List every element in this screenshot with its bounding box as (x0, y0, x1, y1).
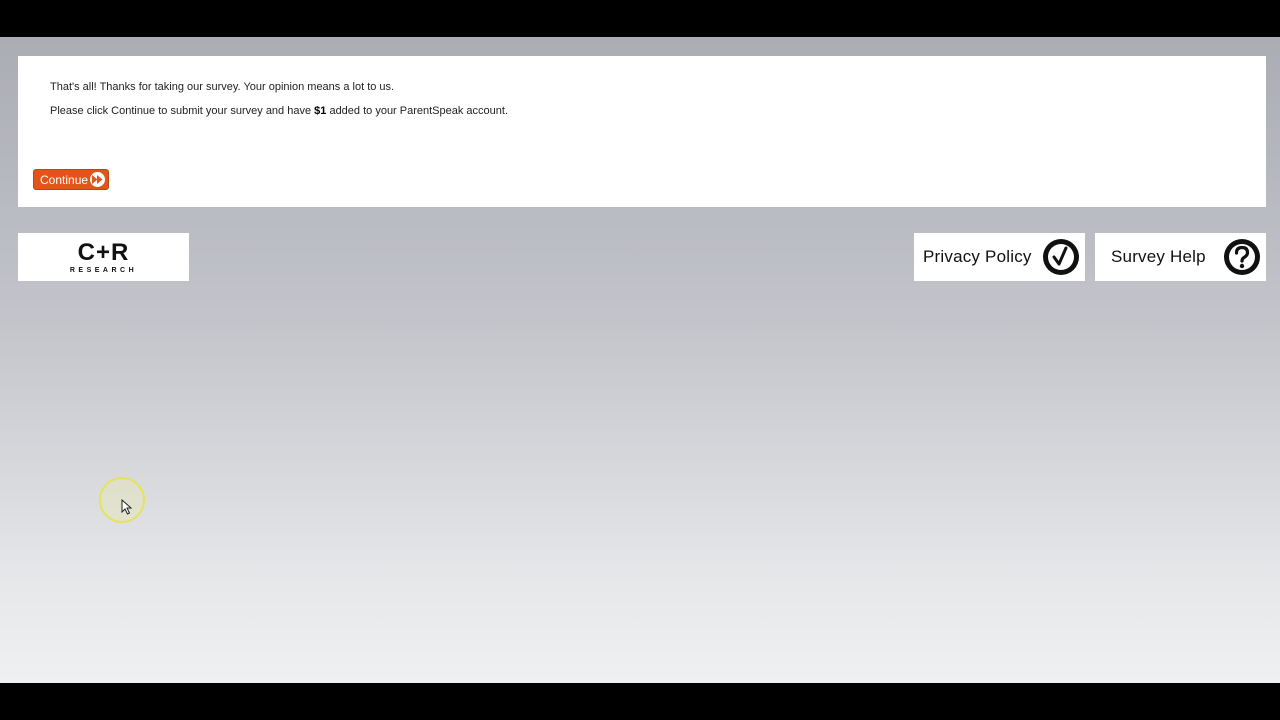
survey-panel: That's all! Thanks for taking our survey… (18, 56, 1266, 207)
letterbox-top (0, 0, 1280, 37)
fast-forward-icon (90, 172, 105, 187)
logo-mark: C+R (77, 238, 130, 266)
continue-button-label: Continue (40, 172, 89, 187)
checkmark-circle-icon (1043, 239, 1079, 275)
submit-instructions: Please click Continue to submit your sur… (50, 105, 508, 117)
survey-help-link[interactable]: Survey Help (1095, 233, 1266, 281)
mouse-pointer-icon (121, 499, 133, 515)
thank-you-message: That's all! Thanks for taking our survey… (50, 81, 395, 93)
letterbox-bottom (0, 683, 1280, 720)
page-background: That's all! Thanks for taking our survey… (0, 37, 1280, 683)
submit-text-pre: Please click Continue to submit your sur… (50, 105, 315, 117)
company-logo: C+R RESEARCH (18, 233, 189, 281)
logo-subtitle: RESEARCH (69, 266, 138, 274)
reward-amount: $1 (314, 105, 327, 117)
question-circle-icon (1224, 239, 1260, 275)
survey-help-label: Survey Help (1111, 247, 1206, 266)
privacy-policy-label: Privacy Policy (923, 247, 1032, 266)
continue-button[interactable]: Continue (33, 169, 109, 190)
privacy-policy-link[interactable]: Privacy Policy (914, 233, 1085, 281)
submit-text-post: added to your ParentSpeak account. (326, 105, 509, 117)
